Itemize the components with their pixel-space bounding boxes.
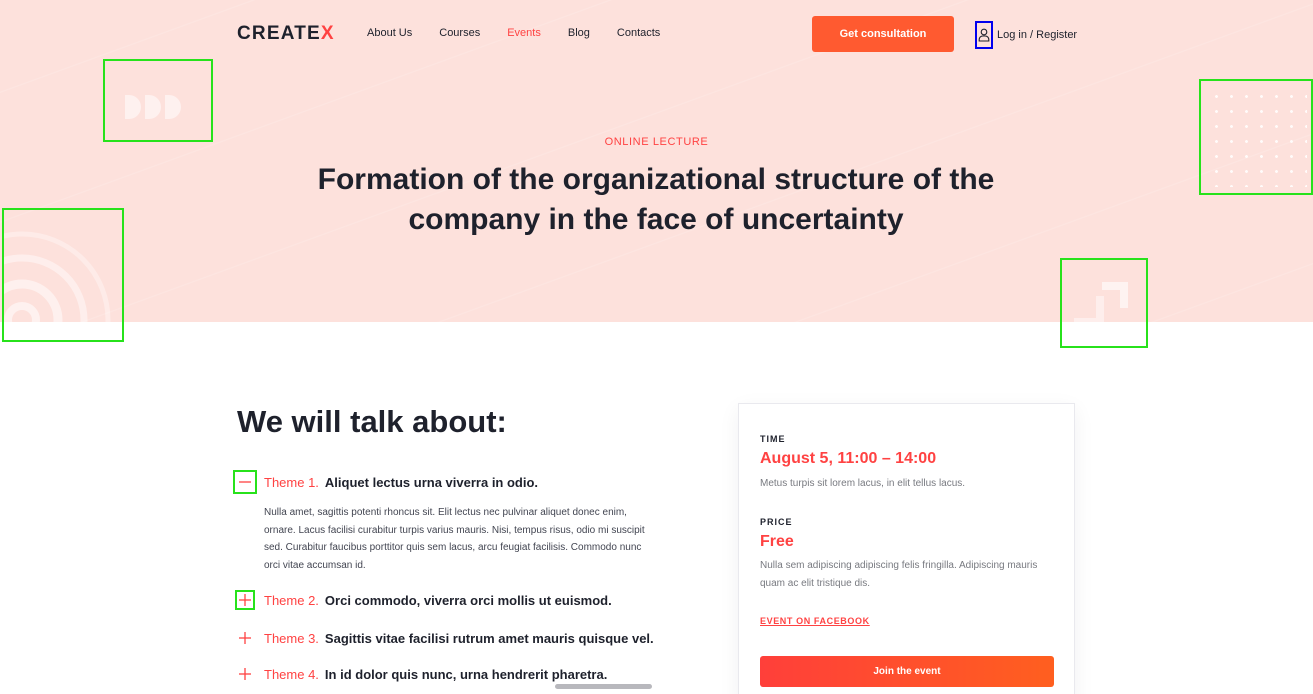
event-on-facebook-link[interactable]: EVENT ON FACEBOOK [760,616,870,626]
login-register-label[interactable]: Log in / Register [997,29,1077,41]
time-value: August 5, 11:00 – 14:00 [760,450,937,467]
theme-item-4[interactable]: Theme 4. In id dolor quis nunc, urna hen… [233,662,607,686]
corner-brackets-shape [1074,282,1128,326]
get-consultation-button[interactable]: Get consultation [812,16,954,52]
plus-icon[interactable] [233,662,257,686]
hero-title: Formation of the organizational structur… [317,163,995,236]
theme-1-description: Nulla amet, sagittis potenti rhoncus sit… [264,507,645,571]
price-value: Free [760,533,794,550]
login-register-link[interactable]: Log in / Register [975,21,1077,49]
time-label: TIME [760,434,786,444]
theme-title: Orci commodo, viverra orci mollis ut eui… [324,592,612,608]
plus-icon[interactable] [233,626,257,650]
horizontal-scrollbar[interactable] [555,684,652,689]
theme-item-3[interactable]: Theme 3. Sagittis vitae facilisi rutrum … [233,626,654,650]
join-event-button[interactable]: Join the event [760,656,1054,687]
theme-number: Theme 1. [264,474,319,490]
nav-contacts[interactable]: Contacts [617,27,660,39]
price-label: PRICE [760,517,793,527]
hero-kicker: ONLINE LECTURE [604,136,709,148]
event-info-card: TIME August 5, 11:00 – 14:00 Metus turpi… [738,403,1075,694]
nav-blog[interactable]: Blog [568,27,590,39]
page: CREATEX About Us Courses Events Blog Con… [0,0,1313,694]
half-circles-shape [125,95,181,119]
logo-text: CREATE [237,23,321,44]
theme-item-2[interactable]: Theme 2. Orci commodo, viverra orci moll… [233,590,612,610]
user-icon[interactable] [975,21,993,49]
logo[interactable]: CREATEX [237,23,335,45]
theme-number: Theme 2. [264,592,319,608]
theme-title: Aliquet lectus urna viverra in odio. [324,474,539,490]
site-header: CREATEX About Us Courses Events Blog Con… [0,0,1313,68]
decorative-corner-brackets [1060,258,1148,348]
decorative-half-circles [103,59,213,142]
main-nav: About Us Courses Events Blog Contacts [367,27,687,39]
price-description: Nulla sem adipiscing adipiscing felis fr… [760,560,1038,589]
concentric-rings-shape [4,231,111,340]
time-description: Metus turpis sit lorem lacus, in elit te… [760,478,966,489]
plus-icon[interactable] [235,590,255,610]
logo-accent: X [320,23,335,44]
minus-icon[interactable] [233,470,257,494]
theme-number: Theme 3. [264,630,319,646]
nav-about-us[interactable]: About Us [367,27,412,39]
decorative-concentric-rings [2,208,124,342]
theme-title: Sagittis vitae facilisi rutrum amet maur… [324,630,654,646]
theme-number: Theme 4. [264,666,319,682]
theme-item-1[interactable]: Theme 1. Aliquet lectus urna viverra in … [233,470,538,494]
nav-events[interactable]: Events [507,27,541,39]
section-heading: We will talk about: [237,404,507,439]
nav-courses[interactable]: Courses [439,27,480,39]
theme-title: In id dolor quis nunc, urna hendrerit ph… [324,666,608,682]
